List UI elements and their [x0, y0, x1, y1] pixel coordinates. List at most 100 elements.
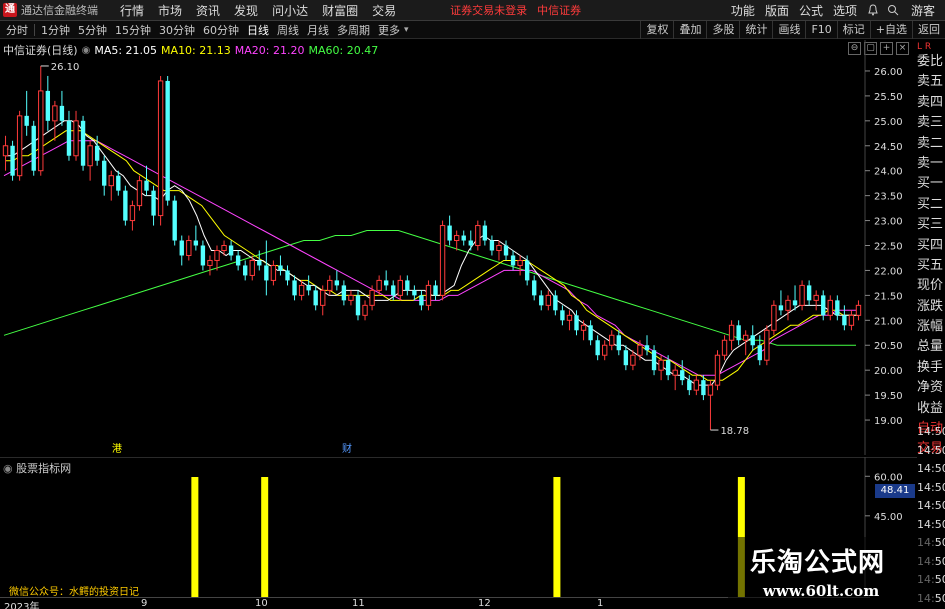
- divider: [34, 23, 35, 36]
- candle-body: [24, 115, 29, 126]
- menu-wenxiaoda[interactable]: 问小达: [272, 2, 308, 19]
- panel-buy3: 买三: [917, 217, 944, 233]
- ma10-line: [5, 130, 859, 381]
- period-30min[interactable]: 30分钟: [155, 22, 199, 38]
- candle-body: [298, 284, 305, 296]
- login-notice[interactable]: 证券交易未登录: [450, 2, 527, 18]
- search-icon[interactable]: [887, 4, 899, 16]
- time-tick: 14:50: [917, 425, 945, 438]
- candle-body: [524, 260, 530, 281]
- candle-body: [835, 300, 840, 316]
- period-60min[interactable]: 60分钟: [199, 22, 243, 38]
- collapse-icon[interactable]: ◉: [3, 462, 13, 475]
- candle-body: [10, 145, 15, 176]
- app-logo-icon: 通: [3, 3, 17, 17]
- tool-zixuan[interactable]: +自选: [869, 20, 912, 39]
- menu-gongshi[interactable]: 公式: [799, 2, 823, 19]
- panel-weibi: 委比: [917, 54, 944, 69]
- watermark-url: www.60lt.com: [763, 582, 880, 600]
- menu-banmian[interactable]: 版面: [765, 2, 789, 19]
- candle-body: [207, 259, 213, 266]
- period-5min[interactable]: 5分钟: [74, 22, 111, 38]
- y-tick-label: 22.00: [874, 266, 903, 277]
- candle-body: [447, 225, 452, 241]
- period-daily[interactable]: 日线: [243, 22, 273, 38]
- candle-body: [66, 120, 72, 156]
- panel-sell1: 卖一: [917, 155, 944, 171]
- candle-body: [264, 265, 269, 281]
- candle-body: [510, 255, 516, 266]
- notification-icon[interactable]: [867, 4, 879, 16]
- candle-body: [539, 295, 544, 306]
- period-monthly[interactable]: 月线: [303, 22, 333, 38]
- period-15min[interactable]: 15分钟: [111, 22, 155, 38]
- guest-label[interactable]: 游客: [911, 2, 935, 19]
- x-tick: 12: [478, 598, 491, 609]
- menu-gongneng[interactable]: 功能: [731, 2, 755, 19]
- candle-body: [391, 285, 396, 296]
- menu-shichang[interactable]: 市场: [158, 2, 182, 19]
- menu-faxian[interactable]: 发现: [234, 2, 258, 19]
- panel-sell4: 卖四: [917, 94, 944, 110]
- period-weekly[interactable]: 周线: [273, 22, 303, 38]
- menu-caifuquan[interactable]: 财富圈: [322, 2, 358, 19]
- panel-volume: 总量: [917, 339, 944, 355]
- candle-body: [235, 255, 241, 266]
- tool-tongji[interactable]: 统计: [739, 20, 772, 39]
- app-window: 通 通达信金融终端 行情 市场 资讯 发现 问小达 财富圈 交易 证券交易未登录…: [0, 0, 945, 609]
- candle-body: [433, 285, 438, 296]
- candle-body: [172, 200, 177, 241]
- chevron-down-icon[interactable]: ▾: [404, 25, 409, 35]
- candle-body: [179, 240, 184, 256]
- candle-body: [728, 324, 735, 341]
- time-tick: 14:50: [917, 443, 945, 457]
- y-tick-label: 20.50: [874, 341, 903, 352]
- period-more[interactable]: 更多: [374, 22, 404, 38]
- wechat-note: 微信公众号：水鳄的投资日记: [9, 587, 139, 598]
- y-tick-label: 24.50: [874, 142, 903, 153]
- candle-body: [102, 160, 107, 186]
- period-fenshi[interactable]: 分时: [2, 22, 32, 38]
- candle-body: [588, 325, 593, 341]
- candle-body: [16, 115, 23, 177]
- indicator-title: 股票指标网: [16, 462, 72, 475]
- signal-bar: [261, 477, 269, 597]
- candle-body: [334, 280, 340, 286]
- x-tick: 1: [597, 598, 604, 609]
- indicator-title-row: ◉ 股票指标网: [3, 460, 71, 476]
- panel-sell2: 卖二: [917, 135, 944, 151]
- panel-sell3: 卖三: [917, 115, 944, 131]
- panel-netasset: 净资: [917, 380, 944, 396]
- y-tick-label: 25.00: [874, 117, 903, 128]
- candle-body: [186, 240, 192, 256]
- panel-buy2: 买二: [917, 196, 944, 212]
- candle-body: [123, 190, 128, 221]
- tool-huaxian[interactable]: 画线: [772, 20, 805, 39]
- period-multi[interactable]: 多周期: [333, 22, 374, 38]
- candle-body: [59, 105, 65, 121]
- candle-body: [116, 175, 121, 191]
- candle-body: [193, 240, 199, 246]
- candle-body: [855, 304, 862, 316]
- menu-jiaoyi[interactable]: 交易: [372, 2, 396, 19]
- candle-body: [412, 290, 417, 296]
- broker-name[interactable]: 中信证券: [537, 2, 581, 18]
- kline-chart[interactable]: 19.00 19.50 20.00 20.50 21.00 21.50 22.00 22.50…: [0, 40, 917, 455]
- tool-diejia[interactable]: 叠加: [673, 20, 706, 39]
- y-tick-label: 24.00: [874, 167, 903, 178]
- menu-hangqing[interactable]: 行情: [120, 2, 144, 19]
- tool-biaoji[interactable]: 标记: [836, 20, 870, 39]
- time-tick: 14:50: [917, 517, 945, 531]
- candle-body: [743, 334, 749, 341]
- y-tick-label: 21.50: [874, 291, 903, 302]
- period-1min[interactable]: 1分钟: [37, 22, 74, 38]
- tool-duogu[interactable]: 多股: [706, 20, 739, 39]
- candle-body: [707, 384, 714, 396]
- y-tick-label: 20.00: [874, 366, 903, 377]
- tool-f10[interactable]: F10: [805, 20, 836, 39]
- menu-zixun[interactable]: 资讯: [196, 2, 220, 19]
- menu-xuanxiang[interactable]: 选项: [833, 2, 857, 19]
- tool-fanhui[interactable]: 返回: [912, 20, 945, 39]
- candle-body: [806, 285, 812, 301]
- tool-fuquan[interactable]: 复权: [640, 20, 673, 39]
